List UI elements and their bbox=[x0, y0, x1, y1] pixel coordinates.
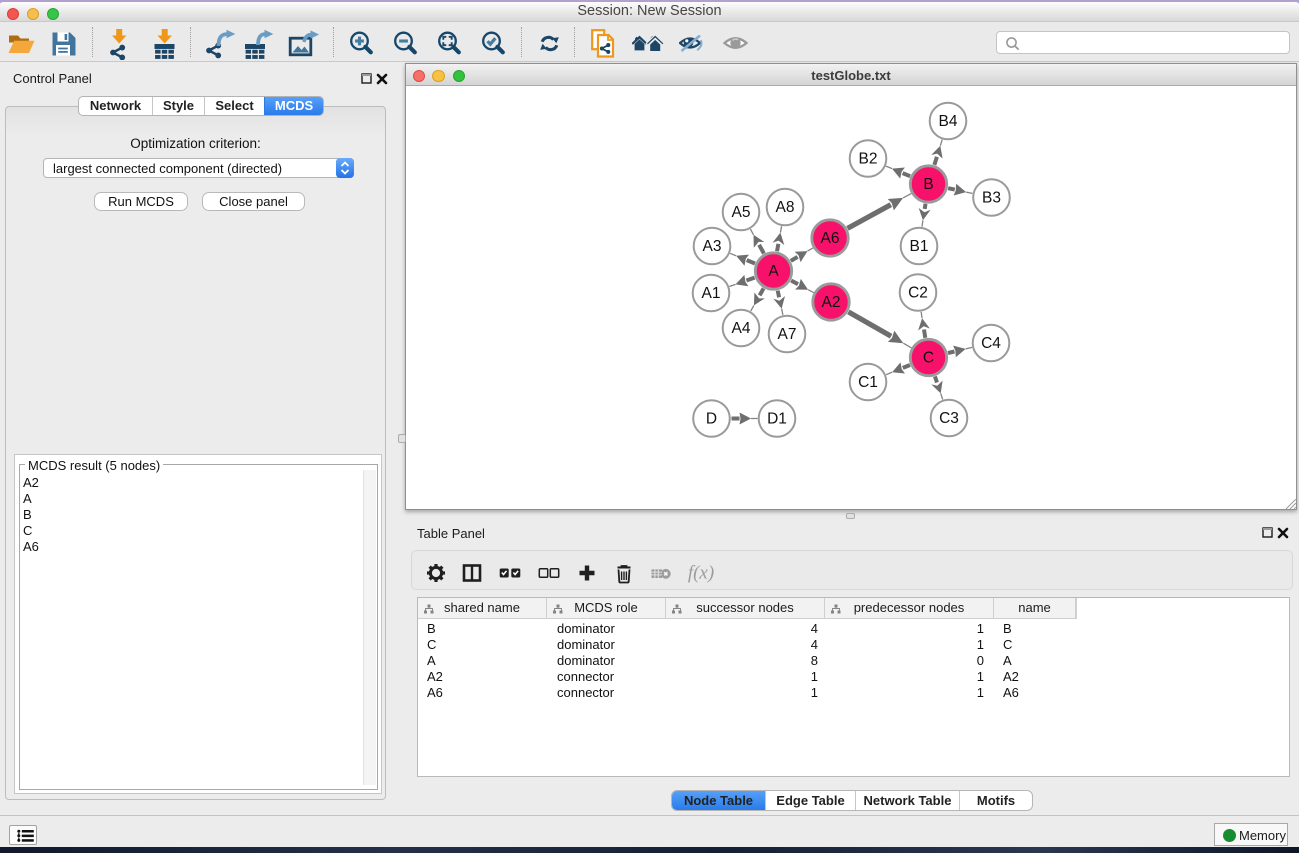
svg-text:B3: B3 bbox=[982, 190, 1001, 207]
svg-text:B: B bbox=[923, 176, 933, 193]
svg-text:C2: C2 bbox=[908, 285, 928, 302]
svg-text:D: D bbox=[706, 411, 717, 428]
svg-text:A: A bbox=[768, 263, 779, 280]
svg-text:A1: A1 bbox=[702, 285, 721, 302]
svg-text:D1: D1 bbox=[767, 411, 787, 428]
svg-text:A4: A4 bbox=[732, 320, 751, 337]
svg-text:B4: B4 bbox=[939, 113, 958, 130]
svg-text:C1: C1 bbox=[858, 374, 878, 391]
svg-text:A6: A6 bbox=[821, 230, 840, 247]
svg-text:A7: A7 bbox=[778, 326, 797, 343]
svg-text:A3: A3 bbox=[703, 238, 722, 255]
svg-text:A2: A2 bbox=[822, 294, 841, 311]
svg-text:B2: B2 bbox=[859, 151, 878, 168]
svg-text:A5: A5 bbox=[732, 204, 751, 221]
svg-text:C3: C3 bbox=[939, 410, 959, 427]
svg-text:C: C bbox=[923, 350, 934, 367]
svg-text:C4: C4 bbox=[981, 335, 1001, 352]
svg-text:f(x): f(x) bbox=[688, 563, 714, 584]
svg-text:A8: A8 bbox=[776, 199, 795, 216]
svg-text:B1: B1 bbox=[910, 238, 929, 255]
